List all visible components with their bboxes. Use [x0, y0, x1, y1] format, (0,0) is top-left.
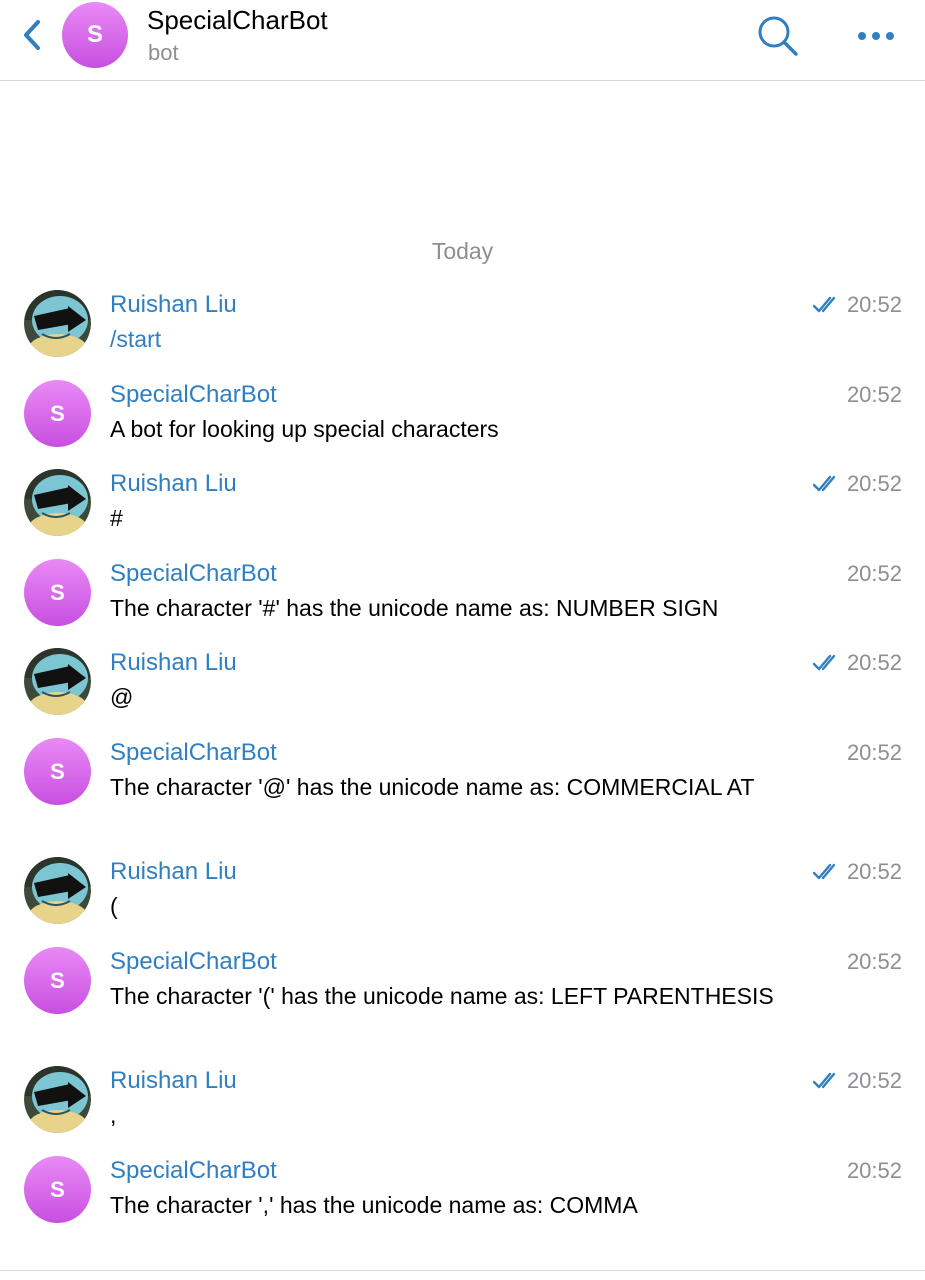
- message-sender[interactable]: SpecialCharBot: [110, 947, 277, 977]
- command-link[interactable]: /start: [110, 324, 790, 354]
- message-time: 20:52: [847, 738, 902, 768]
- double-check-icon: [812, 654, 836, 671]
- time-label: 20:52: [846, 292, 902, 317]
- message-text: (: [110, 893, 118, 919]
- message-sender[interactable]: SpecialCharBot: [110, 738, 277, 768]
- chat-subtitle: bot: [148, 40, 179, 65]
- message-time: 20:52: [812, 290, 902, 320]
- search-button[interactable]: [756, 14, 800, 58]
- time-label: 20:52: [846, 1068, 902, 1093]
- time-label: 20:52: [846, 949, 902, 974]
- message-time: 20:52: [812, 1066, 902, 1096]
- user-avatar[interactable]: [24, 857, 91, 924]
- time-label: 20:52: [846, 471, 902, 496]
- double-check-icon: [812, 296, 836, 313]
- time-label: 20:52: [846, 859, 902, 884]
- message-text: ,: [110, 1102, 117, 1128]
- message-time: 20:52: [847, 380, 902, 410]
- message-text: The character ',' has the unicode name a…: [110, 1192, 638, 1218]
- chat-header: S SpecialCharBot bot: [0, 0, 925, 81]
- time-label: 20:52: [846, 650, 902, 675]
- chat-avatar[interactable]: S: [62, 2, 128, 68]
- message-text: The character '(' has the unicode name a…: [110, 983, 774, 1009]
- message-sender[interactable]: Ruishan Liu: [110, 857, 237, 887]
- search-icon: [758, 16, 798, 56]
- date-separator: Today: [431, 238, 494, 264]
- message-sender[interactable]: Ruishan Liu: [110, 648, 237, 678]
- message-time: 20:52: [812, 857, 902, 887]
- more-dots-icon: [858, 32, 894, 40]
- message-time: 20:52: [812, 469, 902, 499]
- more-options-button[interactable]: [856, 22, 898, 50]
- message-sender[interactable]: Ruishan Liu: [110, 1066, 237, 1096]
- time-label: 20:52: [846, 740, 902, 765]
- time-label: 20:52: [846, 561, 902, 586]
- message-text: The character '#' has the unicode name a…: [110, 595, 719, 621]
- user-avatar[interactable]: [24, 648, 91, 715]
- message-text: The character '@' has the unicode name a…: [110, 774, 755, 800]
- double-check-icon: [812, 863, 836, 880]
- divider: [0, 1270, 925, 1271]
- time-label: 20:52: [846, 382, 902, 407]
- bot-avatar[interactable]: S: [24, 947, 91, 1014]
- message-text: @: [110, 684, 134, 710]
- bot-avatar[interactable]: S: [24, 559, 91, 626]
- time-label: 20:52: [846, 1158, 902, 1183]
- message-sender[interactable]: SpecialCharBot: [110, 380, 277, 410]
- message-sender[interactable]: Ruishan Liu: [110, 469, 237, 499]
- message-time: 20:52: [847, 1156, 902, 1186]
- chat-title[interactable]: SpecialCharBot: [147, 4, 328, 36]
- message-time: 20:52: [847, 947, 902, 977]
- message-time: 20:52: [847, 559, 902, 589]
- message-text: A bot for looking up special characters: [110, 416, 499, 442]
- bot-avatar[interactable]: S: [24, 738, 91, 805]
- user-avatar[interactable]: [24, 1066, 91, 1133]
- chevron-left-icon: [24, 20, 40, 50]
- back-button[interactable]: [18, 18, 48, 52]
- message-text: #: [110, 505, 123, 531]
- double-check-icon: [812, 1072, 836, 1089]
- bot-avatar[interactable]: S: [24, 380, 91, 447]
- user-avatar[interactable]: [24, 469, 91, 536]
- bot-avatar[interactable]: S: [24, 1156, 91, 1223]
- message-sender[interactable]: SpecialCharBot: [110, 1156, 277, 1186]
- message-sender[interactable]: Ruishan Liu: [110, 290, 237, 320]
- message-time: 20:52: [812, 648, 902, 678]
- double-check-icon: [812, 475, 836, 492]
- user-avatar[interactable]: [24, 290, 91, 357]
- message-sender[interactable]: SpecialCharBot: [110, 559, 277, 589]
